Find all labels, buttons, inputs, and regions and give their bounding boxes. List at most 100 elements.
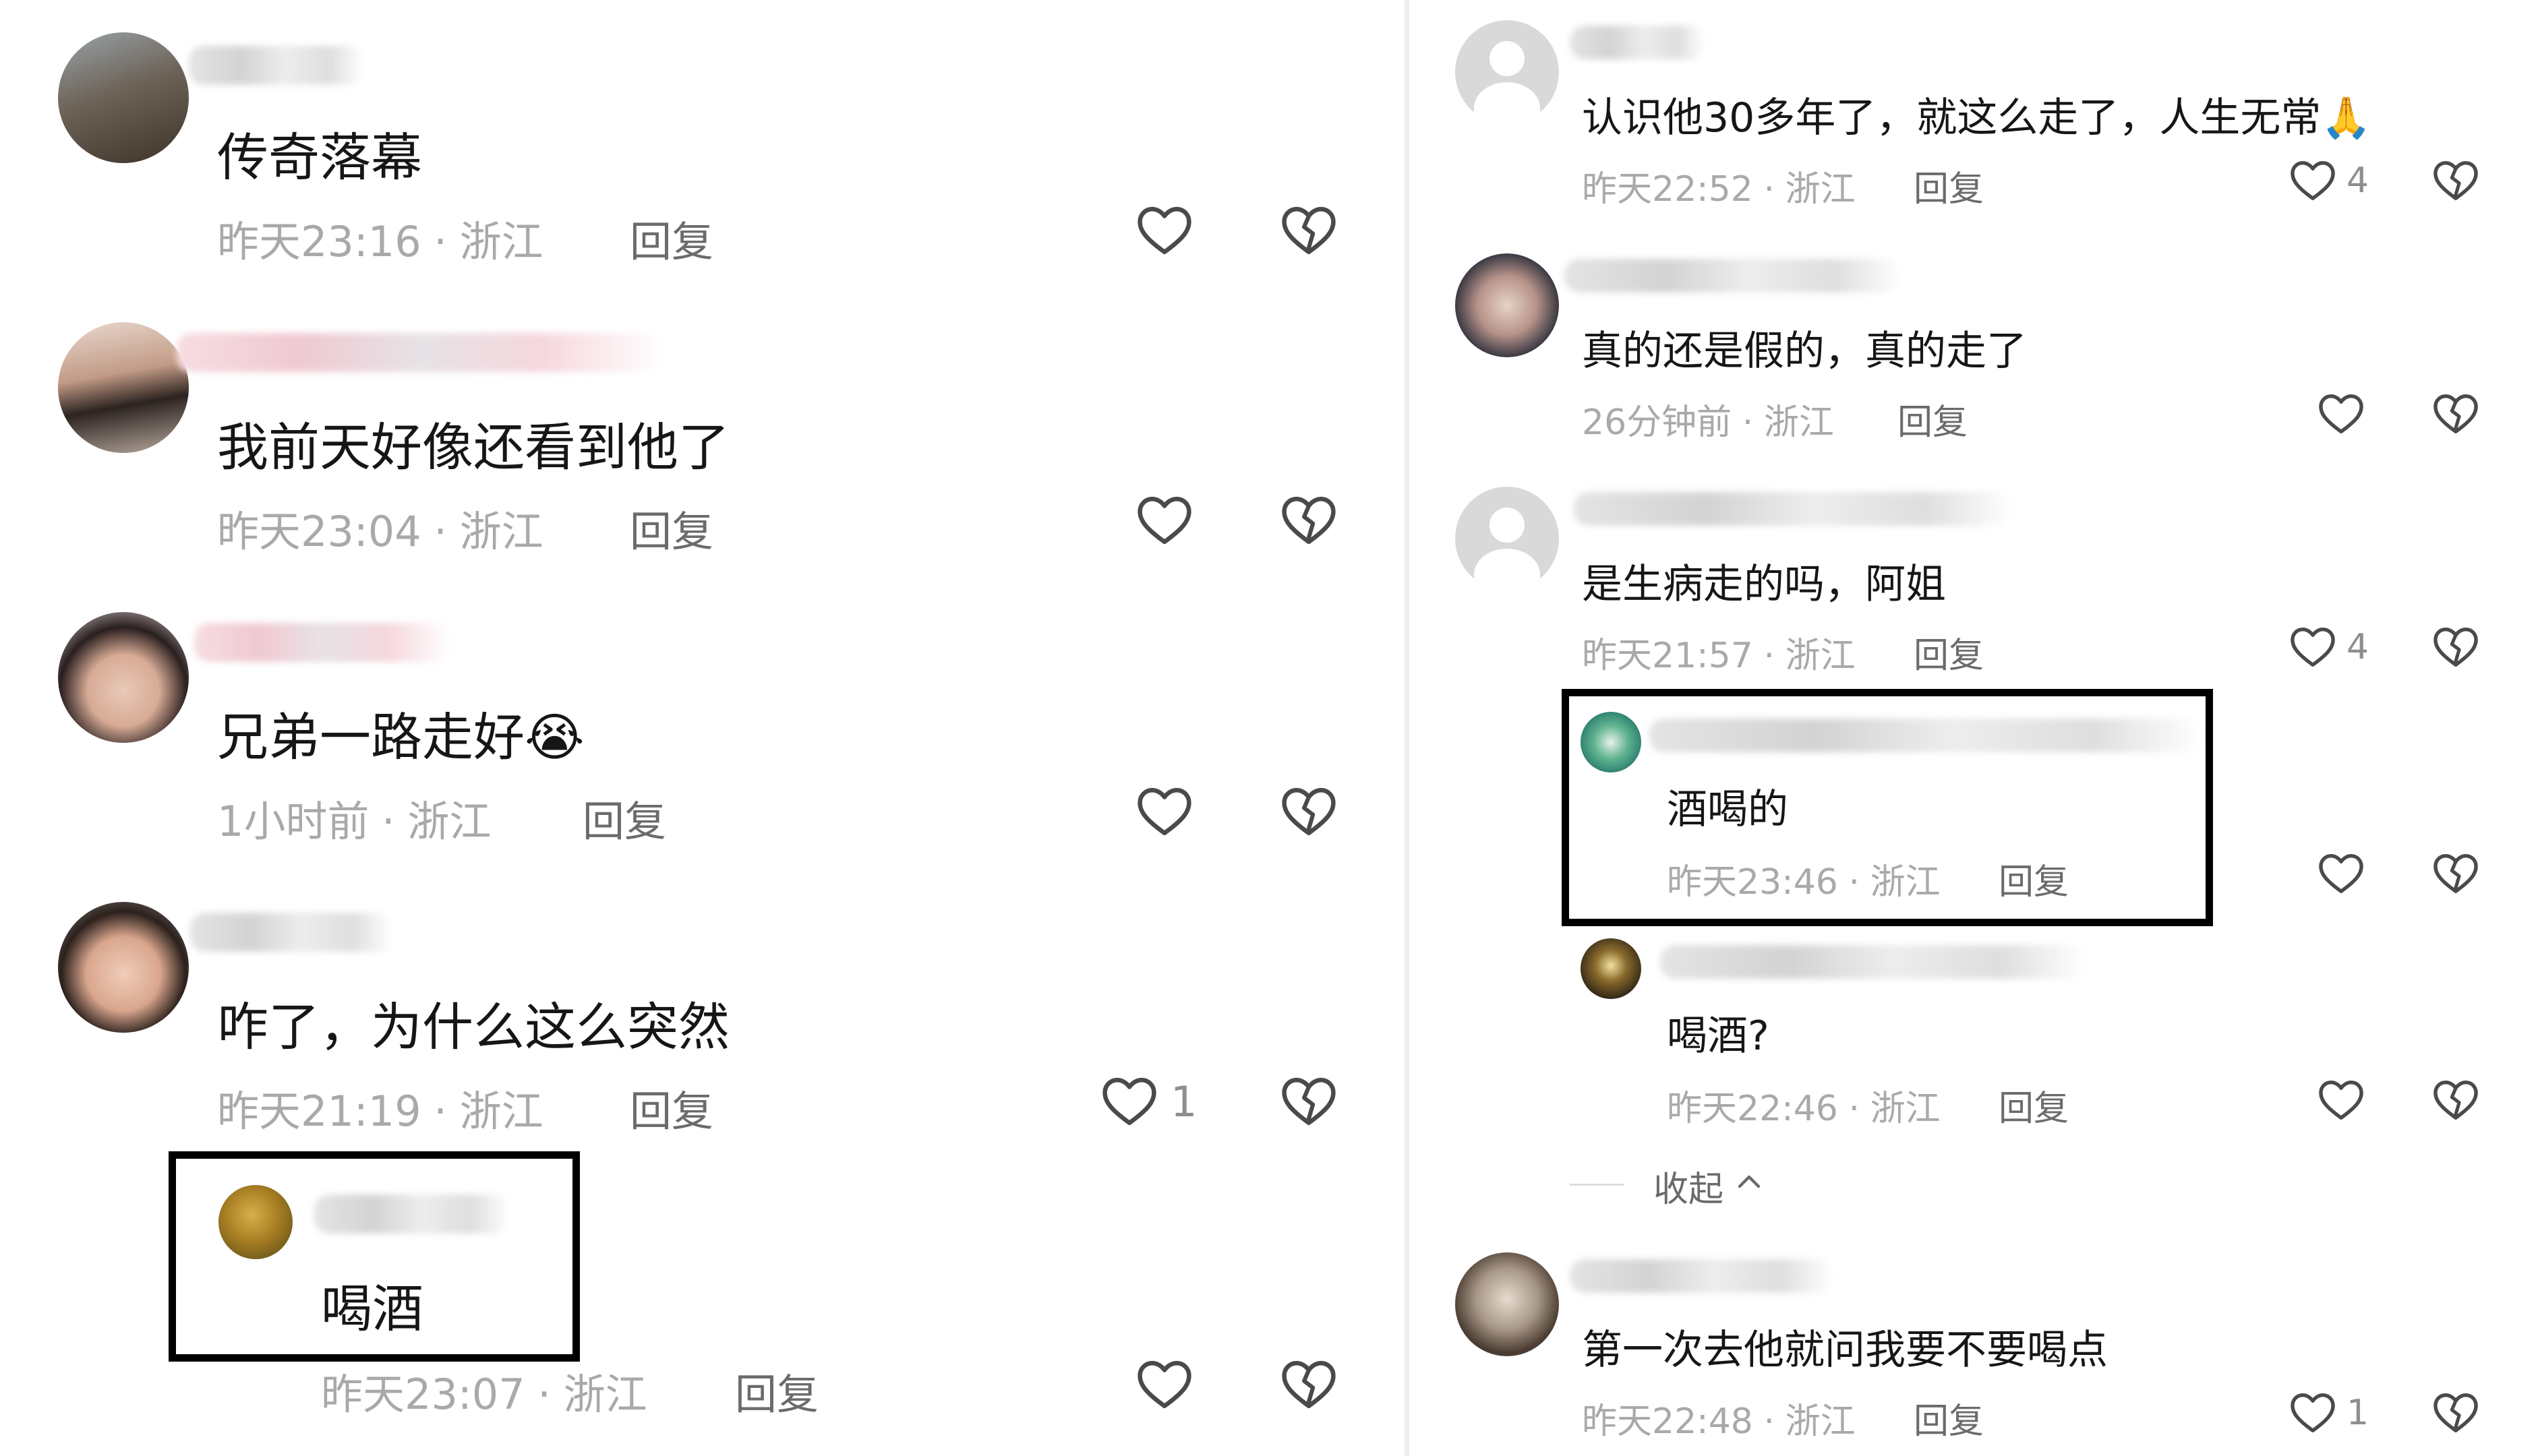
comment-location: 浙江 [407, 797, 492, 846]
comment-time: 昨天21:57 [1582, 636, 1753, 676]
reply-button[interactable]: 回复 [583, 787, 666, 848]
default-user-avatar-icon[interactable] [1455, 20, 1559, 124]
comment-text: 兄弟一路走好😭 [217, 707, 585, 767]
comment-time: 昨天22:48 [1582, 1401, 1753, 1442]
broken-heart-icon [2430, 1074, 2481, 1126]
dislike-button[interactable] [1278, 1070, 1340, 1132]
username-redacted[interactable] [1570, 26, 1705, 59]
comment-time: 昨天21:19 [217, 1087, 421, 1136]
dislike-button[interactable] [2430, 848, 2481, 899]
collapse-label: 收起 [1653, 1170, 1724, 1210]
username-redacted[interactable] [194, 623, 450, 662]
like-button[interactable] [1098, 1070, 1160, 1132]
comment-meta: 26分钟前 · 浙江 [1582, 402, 1834, 443]
comment-text: 传奇落幕 [217, 127, 422, 187]
avatar[interactable] [58, 612, 189, 743]
reply-button[interactable]: 回复 [1999, 853, 2069, 904]
comment-text: 是生病走的吗，阿姐 [1582, 561, 1946, 608]
comment-time: 昨天22:46 [1667, 1089, 1838, 1129]
dislike-button[interactable] [2430, 621, 2481, 673]
heart-outline-icon [2287, 155, 2338, 206]
comment-meta: 昨天23:04 · 浙江 [217, 507, 543, 556]
dislike-button[interactable] [2430, 388, 2481, 439]
username-redacted[interactable] [1660, 945, 2085, 979]
broken-heart-icon [2430, 621, 2481, 673]
comment-location: 浙江 [563, 1370, 647, 1419]
reply-button[interactable]: 回复 [1897, 394, 1968, 444]
like-button[interactable] [1133, 781, 1196, 843]
broken-heart-icon [1278, 489, 1340, 551]
broken-heart-icon [2430, 1387, 2481, 1438]
avatar[interactable] [58, 902, 189, 1033]
like-button[interactable] [1133, 1354, 1196, 1416]
reply-button[interactable]: 回复 [1914, 160, 1984, 211]
avatar[interactable] [1455, 1252, 1559, 1356]
comment-meta: 昨天21:57 · 浙江 [1582, 636, 1856, 676]
username-redacted[interactable] [1649, 719, 2202, 752]
left-comment-pane: 传奇落幕 昨天23:16 · 浙江 回复 我前天好像还看到他了 昨天23:04 · 浙江… [0, 0, 1405, 1456]
comment-meta: 昨天23:46 · 浙江 [1667, 862, 1941, 903]
dislike-button[interactable] [1278, 781, 1340, 843]
reply-button[interactable]: 回复 [1914, 627, 1984, 677]
reply-button[interactable]: 回复 [735, 1360, 819, 1421]
comment-location: 浙江 [459, 507, 543, 556]
comment-time: 昨天23:04 [217, 507, 421, 556]
broken-heart-icon [2430, 388, 2481, 439]
like-button[interactable] [2315, 1074, 2367, 1126]
username-redacted[interactable] [177, 333, 662, 372]
reply-button[interactable]: 回复 [1914, 1393, 1984, 1443]
like-button[interactable] [1133, 489, 1196, 551]
dislike-button[interactable] [2430, 155, 2481, 206]
comment-location: 浙江 [459, 217, 543, 266]
dislike-button[interactable] [1278, 489, 1340, 551]
like-button[interactable] [1133, 200, 1196, 262]
comment-text: 喝酒? [1667, 1012, 1769, 1060]
reply-button[interactable]: 回复 [1999, 1080, 2069, 1130]
comment-text: 第一次去他就问我要不要喝点 [1582, 1327, 2108, 1374]
comment-time: 昨天22:52 [1582, 169, 1753, 210]
comment-location: 浙江 [1785, 1401, 1856, 1442]
like-button[interactable] [2287, 621, 2338, 673]
comment-time: 昨天23:16 [217, 217, 421, 266]
like-button[interactable] [2287, 155, 2338, 206]
username-redacted[interactable] [1574, 492, 2012, 526]
avatar[interactable] [1581, 712, 1641, 772]
comment-meta: 昨天22:48 · 浙江 [1582, 1401, 1856, 1442]
username-redacted[interactable] [190, 913, 392, 952]
like-button[interactable] [2287, 1387, 2338, 1438]
reply-button[interactable]: 回复 [630, 208, 713, 268]
heart-outline-icon [2287, 1387, 2338, 1438]
chevron-up-icon[interactable] [1733, 1166, 1765, 1199]
dislike-button[interactable] [2430, 1387, 2481, 1438]
dislike-button[interactable] [2430, 1074, 2481, 1126]
comment-meta: 昨天22:46 · 浙江 [1667, 1089, 1941, 1129]
reply-button[interactable]: 回复 [630, 1077, 713, 1138]
comment-meta: 昨天21:19 · 浙江 [217, 1087, 543, 1136]
username-redacted[interactable] [314, 1194, 510, 1234]
heart-outline-icon [1133, 489, 1196, 551]
avatar[interactable] [1581, 938, 1641, 999]
comment-meta: 昨天23:16 · 浙江 [217, 217, 543, 266]
like-button[interactable] [2315, 848, 2367, 899]
avatar[interactable] [58, 32, 189, 163]
username-redacted[interactable] [189, 46, 364, 85]
comment-location: 浙江 [1870, 1089, 1941, 1129]
avatar[interactable] [1455, 253, 1559, 357]
like-button[interactable] [2315, 388, 2367, 439]
comment-location: 浙江 [459, 1087, 543, 1136]
reply-button[interactable]: 回复 [630, 497, 713, 558]
username-redacted[interactable] [1570, 1259, 1833, 1293]
default-user-avatar-icon[interactable] [1455, 487, 1559, 590]
comment-time: 26分钟前 [1582, 402, 1732, 443]
heart-outline-icon [2315, 848, 2367, 899]
username-redacted[interactable] [1564, 259, 1901, 293]
broken-heart-icon [1278, 781, 1340, 843]
avatar[interactable] [218, 1185, 293, 1259]
dislike-button[interactable] [1278, 1354, 1340, 1416]
heart-outline-icon [1133, 1354, 1196, 1416]
dislike-button[interactable] [1278, 200, 1340, 262]
avatar[interactable] [58, 322, 189, 453]
comment-meta: 1小时前 · 浙江 [217, 797, 492, 846]
comment-text: 酒喝的 [1667, 786, 1788, 833]
collapse-replies-button[interactable]: 收起 [1653, 1161, 1723, 1211]
